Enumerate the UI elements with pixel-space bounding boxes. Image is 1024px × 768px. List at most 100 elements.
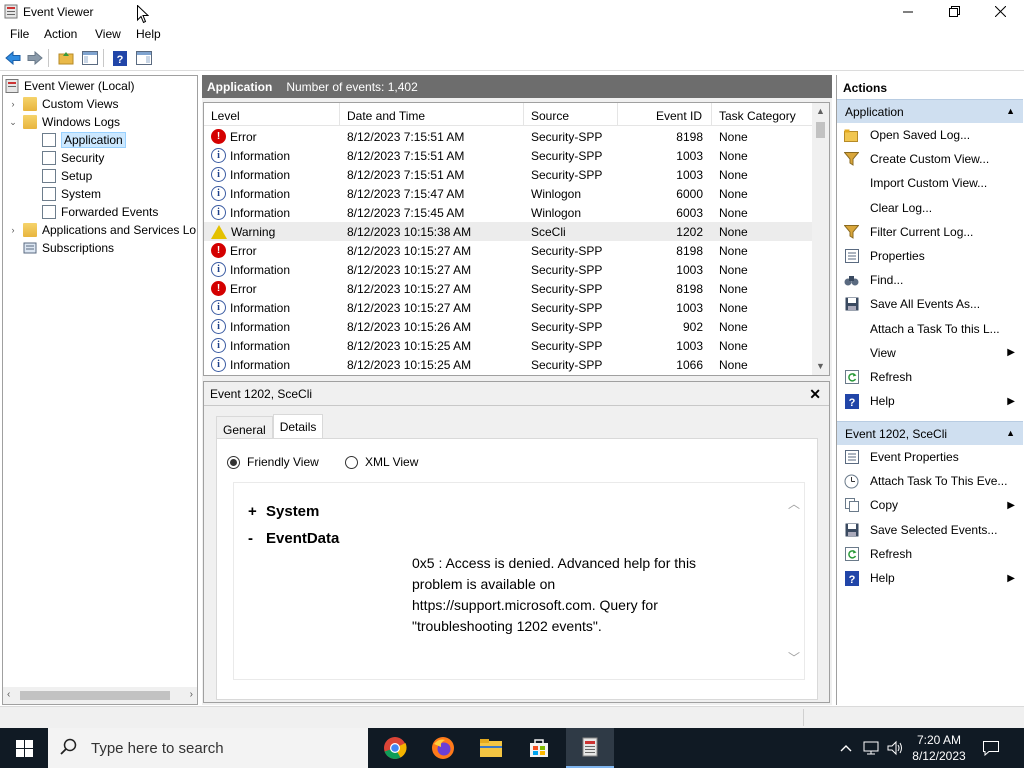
minimize-button[interactable] <box>885 0 931 23</box>
xml-view-radio[interactable]: XML View <box>345 455 418 469</box>
tab-details[interactable]: Details <box>272 414 324 439</box>
tree-item-custom-views[interactable]: › Custom Views <box>7 95 118 113</box>
event-row[interactable]: i Information 8/12/2023 10:15:27 AM Securit… <box>204 260 812 279</box>
network-icon[interactable] <box>860 728 882 768</box>
action-item[interactable]: ? Help ▶ <box>837 389 1023 413</box>
close-icon[interactable]: ✕ <box>809 386 821 403</box>
back-arrow-icon[interactable] <box>4 49 22 67</box>
firefox-icon[interactable] <box>419 728 467 768</box>
collapse-arrow-icon[interactable]: ⌄ <box>7 117 19 128</box>
file-explorer-icon[interactable] <box>467 728 515 768</box>
collapse-caret-icon[interactable]: ▲ <box>1006 428 1015 438</box>
action-item[interactable]: Import Custom View... <box>837 171 1023 195</box>
help-icon[interactable]: ? <box>111 49 129 67</box>
action-item[interactable]: Save Selected Events... <box>837 518 1023 542</box>
menu-file[interactable]: File <box>10 23 29 41</box>
expand-arrow-icon[interactable]: › <box>7 99 19 109</box>
action-item[interactable]: Clear Log... <box>837 196 1023 220</box>
collapse-caret-icon[interactable]: ▲ <box>1006 106 1015 116</box>
tab-general[interactable]: General <box>216 416 273 439</box>
show-hidden-icons-chevron-icon[interactable] <box>838 728 854 768</box>
taskbar-search-box[interactable]: Type here to search <box>48 728 368 768</box>
action-item[interactable]: Open Saved Log... <box>837 123 1023 147</box>
folder-icon <box>23 97 37 111</box>
expand-arrow-icon[interactable]: › <box>7 225 19 235</box>
event-row[interactable]: ! Error 8/12/2023 7:15:51 AM Security-SPP 81… <box>204 127 812 146</box>
taskbar-clock[interactable]: 7:20 AM 8/12/2023 <box>906 732 972 764</box>
volume-icon[interactable] <box>884 728 906 768</box>
menu-view[interactable]: View <box>95 23 121 41</box>
show-hide-console-tree-icon[interactable] <box>81 49 99 67</box>
menu-action[interactable]: Action <box>44 23 77 41</box>
event-row[interactable]: ! Error 8/12/2023 10:15:27 AM Security-SPP 8… <box>204 279 812 298</box>
up-folder-icon[interactable] <box>57 49 75 67</box>
forward-arrow-icon[interactable] <box>26 49 44 67</box>
tree-item-application[interactable]: Application <box>42 131 126 149</box>
tree-item-event-viewer-local[interactable]: Event Viewer (Local) <box>5 77 135 95</box>
notifications-icon[interactable] <box>980 728 1002 768</box>
tree-item-security[interactable]: Security <box>42 149 104 167</box>
event-row[interactable]: i Information 8/12/2023 10:15:25 AM Securit… <box>204 336 812 355</box>
action-item[interactable]: Find... <box>837 268 1023 292</box>
action-item[interactable]: View ▶ <box>837 341 1023 365</box>
chrome-icon[interactable] <box>371 728 419 768</box>
actions-section-event[interactable]: Event 1202, SceCli ▲ <box>837 421 1023 445</box>
action-item[interactable]: Save All Events As... <box>837 292 1023 316</box>
event-list-vertical-scrollbar[interactable]: ▲ ▼ <box>812 103 829 375</box>
eventdata-section-toggle[interactable]: - EventData <box>248 530 339 547</box>
tree-item-subscriptions[interactable]: Subscriptions <box>23 239 114 257</box>
microsoft-store-icon[interactable] <box>515 728 563 768</box>
close-button[interactable] <box>977 0 1023 23</box>
action-item[interactable]: Filter Current Log... <box>837 220 1023 244</box>
restore-button[interactable] <box>931 0 977 23</box>
event-row[interactable]: i Information 8/12/2023 10:15:27 AM Securit… <box>204 298 812 317</box>
scroll-right-icon[interactable]: › <box>190 689 193 700</box>
scrollbar-thumb[interactable] <box>20 691 170 700</box>
scroll-up-chevron-icon[interactable]: ︿ <box>788 495 800 512</box>
event-row[interactable]: i Information 8/12/2023 10:15:26 AM Securit… <box>204 317 812 336</box>
tree-label: Event Viewer (Local) <box>24 79 135 93</box>
scroll-left-icon[interactable]: ‹ <box>7 689 10 700</box>
event-row[interactable]: i Information 8/12/2023 7:15:45 AM Winlogon… <box>204 203 812 222</box>
event-viewer-taskbar-icon[interactable] <box>566 728 614 768</box>
scrollbar-thumb[interactable] <box>816 122 825 138</box>
system-section-toggle[interactable]: + System <box>248 503 319 520</box>
event-row[interactable]: Warning 8/12/2023 10:15:38 AM SceCli 1202 No… <box>204 222 812 241</box>
event-row[interactable]: i Information 8/12/2023 10:15:25 AM Securit… <box>204 355 812 374</box>
cell-task-category: None <box>719 357 748 372</box>
tree-horizontal-scrollbar[interactable]: ‹ › <box>3 687 197 704</box>
tree-item-setup[interactable]: Setup <box>42 167 92 185</box>
column-header-event-id[interactable]: Event ID <box>618 103 712 126</box>
scroll-up-icon[interactable]: ▲ <box>816 106 825 116</box>
scroll-down-chevron-icon[interactable]: ﹀ <box>788 649 800 666</box>
column-header-source[interactable]: Source <box>524 103 618 126</box>
action-item[interactable]: Refresh <box>837 365 1023 389</box>
tree-item-system[interactable]: System <box>42 185 101 203</box>
start-button[interactable] <box>0 728 48 768</box>
action-item[interactable]: Properties <box>837 244 1023 268</box>
show-hide-action-pane-icon[interactable] <box>135 49 153 67</box>
column-header-level[interactable]: Level <box>204 103 340 126</box>
event-row[interactable]: i Information 8/12/2023 7:15:51 AM Security… <box>204 165 812 184</box>
column-header-date[interactable]: Date and Time <box>340 103 524 126</box>
event-viewer-icon <box>5 79 19 93</box>
tree-item-windows-logs[interactable]: ⌄ Windows Logs <box>7 113 120 131</box>
tree-item-applications-and-services-logs[interactable]: › Applications and Services Lo <box>7 221 196 239</box>
action-item[interactable]: Event Properties <box>837 445 1023 469</box>
action-item[interactable]: Attach a Task To this L... <box>837 317 1023 341</box>
actions-section-application[interactable]: Application ▲ <box>837 99 1023 123</box>
action-item[interactable]: Create Custom View... <box>837 147 1023 171</box>
action-item[interactable]: Attach Task To This Eve... <box>837 469 1023 493</box>
action-item[interactable]: ? Help ▶ <box>837 566 1023 590</box>
scroll-down-icon[interactable]: ▼ <box>816 361 825 371</box>
event-row[interactable]: i Information 8/12/2023 7:15:47 AM Winlogon… <box>204 184 812 203</box>
tree-item-forwarded-events[interactable]: Forwarded Events <box>42 203 158 221</box>
event-row[interactable]: i Information 8/12/2023 7:15:51 AM Security… <box>204 146 812 165</box>
menu-help[interactable]: Help <box>136 23 161 41</box>
action-item[interactable]: Copy ▶ <box>837 493 1023 517</box>
action-item[interactable]: Refresh <box>837 542 1023 566</box>
event-row[interactable]: ! Error 8/12/2023 10:15:27 AM Security-SPP 8… <box>204 241 812 260</box>
column-header-task-category[interactable]: Task Category <box>712 103 812 126</box>
friendly-view-radio[interactable]: Friendly View <box>227 455 319 469</box>
cell-date: 8/12/2023 10:15:25 AM <box>347 357 472 372</box>
